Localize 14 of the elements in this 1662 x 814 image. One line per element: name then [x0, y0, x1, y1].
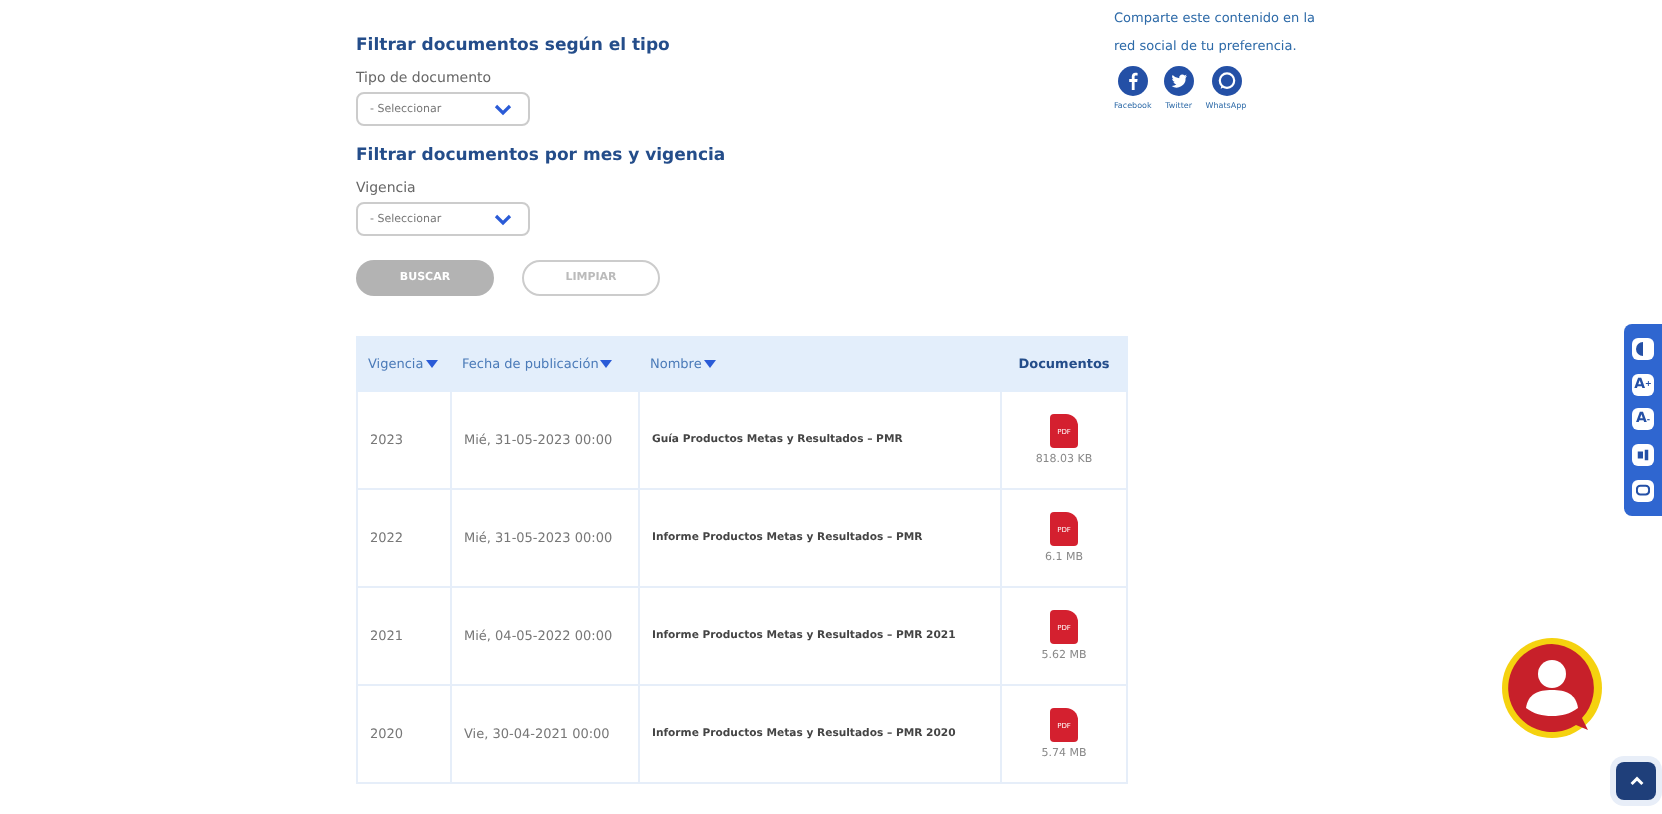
chevron-up-icon: [1629, 776, 1643, 786]
filter-heading: Filtrar documentos según el tipo: [356, 36, 672, 56]
filter-heading: Filtrar documentos por mes y vigencia: [356, 146, 728, 166]
chevron-icon: [494, 103, 512, 115]
scroll-top-button[interactable]: [1616, 762, 1656, 800]
sort-caret-icon[interactable]: [425, 360, 438, 368]
contrast-icon[interactable]: [1632, 337, 1654, 360]
sort-caret-icon[interactable]: [703, 360, 716, 368]
whatsapp-icon[interactable]: [1211, 66, 1241, 96]
chat-avatar-icon[interactable]: [1500, 636, 1604, 740]
twitter-icon[interactable]: [1163, 66, 1194, 96]
facebook-icon[interactable]: [1117, 66, 1148, 96]
sort-caret-icon[interactable]: [600, 360, 613, 368]
chevron-icon: [494, 213, 512, 225]
